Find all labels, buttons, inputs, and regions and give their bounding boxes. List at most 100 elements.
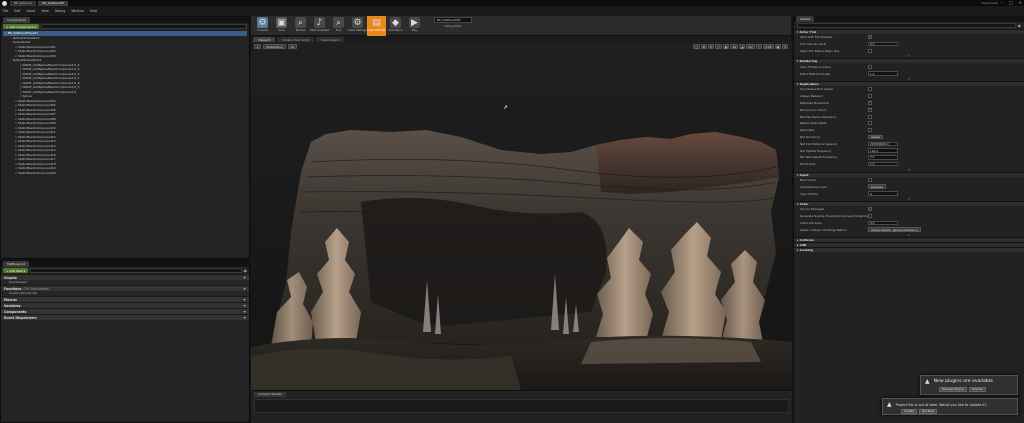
toolbar-class-settings-button[interactable]: ⚙ Class Settings — [348, 16, 367, 36]
property-checkbox[interactable]: ✓ — [868, 108, 872, 112]
viewport-snap-button[interactable]: ⤢ — [715, 44, 722, 49]
viewport[interactable]: ▾ Perspective Lit ◻ ✥ ⟳ ⤢ ▦ 10 ◢ 10° ⤡ 0.25 ▣ 4 ➚ — [251, 42, 792, 390]
menu-view[interactable]: View — [41, 9, 49, 13]
maximize-button[interactable]: □ — [1009, 0, 1013, 5]
tab-compiler-results[interactable]: Compiler Results — [254, 391, 286, 397]
component-label: StaticMeshComponent08 — [18, 116, 56, 121]
menu-help[interactable]: Help — [90, 9, 97, 13]
toolbar-browse-button[interactable]: ⌕ Browse — [291, 16, 310, 36]
minimize-button[interactable]: – — [1001, 0, 1003, 5]
not-now-button[interactable]: Not Now — [919, 409, 938, 414]
property-number-input[interactable]: 225000000.0 — [868, 141, 898, 146]
property-checkbox[interactable] — [868, 177, 872, 182]
property-value — [868, 114, 1024, 119]
property-value — [868, 177, 1024, 182]
add-icon[interactable]: + — [243, 286, 246, 292]
property-checkbox[interactable] — [868, 128, 872, 133]
viewport-snap-button[interactable]: ◢ — [738, 44, 746, 49]
property-number-input[interactable]: 0.0 — [868, 220, 898, 226]
viewport-snap-button[interactable]: ⟳ — [708, 44, 715, 49]
lit-button[interactable]: Lit — [287, 44, 298, 49]
details-search-row: ◉ — [794, 22, 1024, 29]
property-checkbox[interactable] — [868, 114, 872, 119]
property-number-input[interactable]: 2.0 — [868, 155, 898, 160]
component-label: StaticMeshComponent14 — [18, 143, 56, 148]
property-checkbox[interactable] — [868, 94, 872, 99]
toolbar-button-label: Simulation — [388, 29, 403, 32]
property-row: Input Priority 0 — [794, 190, 1024, 197]
property-row: Generate Overlap Events During Level Str… — [794, 213, 1024, 220]
toolbar-button-label: Save — [278, 29, 285, 32]
viewport-snap-button[interactable]: ⤡ — [756, 44, 763, 49]
menu-debug[interactable]: Debug — [55, 9, 65, 13]
toolbar-button-label: Class Settings — [348, 29, 367, 32]
details-search-input[interactable] — [797, 23, 1016, 28]
viewport-snap-button[interactable]: 10 — [730, 44, 738, 49]
document-tab[interactable]: BP_Setpiece — [10, 0, 37, 6]
toolbar-hide-unrelated-button[interactable]: ♪ Hide Unrelated — [310, 16, 329, 36]
property-dropdown[interactable]: Disabled — [868, 184, 887, 189]
viewport-snap-button[interactable]: ✥ — [700, 44, 708, 49]
dismiss-button[interactable]: Dismiss — [969, 387, 986, 392]
viewport-snap-button[interactable]: 4 — [782, 44, 788, 49]
toolbar-find-button[interactable]: ⌕ Find — [329, 16, 348, 36]
menu-asset[interactable]: Asset — [27, 9, 36, 13]
property-label: Tick Interval (secs) — [800, 42, 827, 47]
eye-icon[interactable]: ◉ — [244, 268, 248, 273]
my-blueprint-search-input[interactable] — [30, 268, 242, 273]
viewport-snap-button[interactable]: ◻ — [693, 44, 700, 49]
property-number-input[interactable]: 1.0 — [868, 71, 898, 76]
toolbar-play-button[interactable]: ▶ Play — [405, 16, 424, 36]
perspective-button[interactable]: Perspective — [263, 44, 286, 49]
my-blueprint-section[interactable]: Functions (26 Overridable) + — [1, 285, 249, 291]
viewport-snap-button[interactable]: 10° — [746, 44, 756, 49]
property-dropdown[interactable]: Awake — [868, 134, 884, 140]
document-tab-active[interactable]: BP_SetPieceE5 — [38, 0, 69, 6]
menu-window[interactable]: Window — [71, 9, 84, 13]
property-checkbox[interactable]: ✓ — [868, 35, 872, 40]
toolbar-button-label: Find — [335, 29, 342, 32]
menu-file[interactable]: File — [3, 9, 8, 13]
property-number-input[interactable]: 100.0 — [868, 148, 898, 153]
menu-edit[interactable]: Edit — [14, 9, 20, 13]
component-tree-item[interactable]: ▫ StaticMeshComponent20 — [3, 171, 247, 176]
property-number-input[interactable]: 0 — [868, 191, 898, 196]
toolbar-save-button[interactable]: ▣ Save — [272, 16, 291, 36]
property-dropdown[interactable]: Always Spawn, Ignore Collisions ▾ — [868, 227, 922, 232]
property-checkbox[interactable]: ✓ — [868, 101, 872, 105]
close-button[interactable]: × — [1019, 0, 1022, 5]
property-number-input[interactable]: 1.0 — [868, 161, 898, 167]
toolbar-simulation-button[interactable]: ◆ Simulation — [386, 16, 405, 36]
toolbar-buttons: ⚙ Compile ▣ Save ⌕ Browse ♪ Hide Unrelated ⌕ Find… — [253, 16, 424, 36]
toolbar-class-defaults-button[interactable]: ▤ Class Defaults — [367, 16, 386, 36]
details-section-title: Cooking — [799, 248, 814, 253]
add-new-button[interactable]: + Add New ▾ — [3, 268, 29, 273]
property-checkbox[interactable] — [868, 64, 872, 69]
tab-details[interactable]: Details — [796, 16, 815, 22]
my-blueprint-section[interactable]: Graphs + — [1, 274, 249, 280]
add-icon[interactable]: + — [243, 275, 246, 281]
manage-plugins-button[interactable]: Manage Plugins — [939, 387, 968, 392]
viewport-snap-button[interactable]: ▦ — [722, 44, 730, 49]
debug-object-select[interactable]: BP_SetPieceE5▾ — [434, 17, 472, 23]
property-number-input[interactable]: 0.0 — [868, 41, 898, 47]
viewport-snap-button[interactable]: ▣ — [774, 44, 782, 49]
details-section-header[interactable]: ▸ Cooking — [794, 247, 1024, 253]
property-checkbox[interactable] — [868, 121, 872, 126]
tab-components[interactable]: Components — [3, 17, 30, 23]
update-button[interactable]: Update — [901, 409, 918, 414]
add-component-button[interactable]: + Add Component ▾ — [3, 24, 40, 29]
viewport-snap-button[interactable]: 0.25 — [763, 44, 774, 49]
property-label: Net Update Frequency — [800, 148, 832, 153]
toolbar-compile-button[interactable]: ⚙ Compile — [253, 16, 272, 36]
property-checkbox[interactable] — [868, 214, 872, 219]
components-search-input[interactable] — [41, 24, 247, 29]
my-blueprint-section[interactable]: Event Dispatchers + — [1, 314, 249, 320]
tab-my-blueprint[interactable]: MyBlueprint — [3, 261, 30, 267]
add-icon[interactable]: + — [243, 315, 246, 321]
property-checkbox[interactable] — [868, 87, 872, 92]
eye-icon[interactable]: ◉ — [1018, 23, 1022, 28]
property-checkbox[interactable]: ✓ — [868, 207, 872, 212]
viewport-options-button[interactable]: ▾ — [254, 44, 262, 49]
property-checkbox[interactable] — [868, 48, 872, 53]
